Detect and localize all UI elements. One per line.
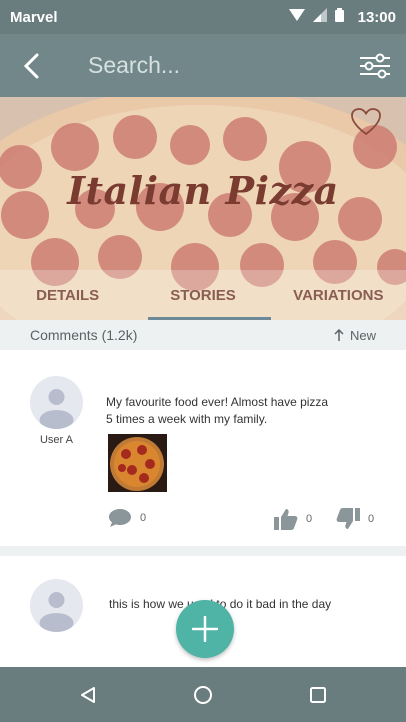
comment-actions: 0 0 0 [0,508,406,532]
battery-icon [334,7,344,27]
nav-back-button[interactable] [68,675,108,715]
filter-button[interactable] [344,34,406,97]
app-bar: Search... [0,34,406,97]
square-recents-icon [310,686,327,703]
divider [0,546,406,556]
comments-header: Comments (1.2k) New [0,320,406,350]
nav-recents-button[interactable] [298,675,338,715]
favorite-button[interactable] [350,107,386,141]
sort-label: New [349,327,376,343]
wifi-icon [288,8,305,27]
sliders-icon [360,53,390,78]
status-bar: Marvel 13:00 [0,0,406,34]
chat-bubble-icon [109,509,131,527]
nav-home-button[interactable] [183,675,223,715]
avatar[interactable] [30,376,83,429]
reply-count: 0 [140,512,147,524]
tab-variations[interactable]: VARIATIONS [271,270,406,320]
comments-count: Comments (1.2k) [30,327,138,343]
dislike-count: 0 [368,513,375,525]
sort-button[interactable]: New [334,328,376,343]
thumbs-down-icon [336,508,360,529]
tab-details[interactable]: DETAILS [0,270,135,320]
carrier-name: Marvel [10,8,58,26]
recipe-title: Italian Pizza [67,168,339,213]
like-button[interactable]: 0 [274,508,312,530]
tab-bar: DETAILS STORIES VARIATIONS [0,270,406,320]
signal-icon [312,7,327,27]
dislike-button[interactable]: 0 [336,508,374,530]
thumbs-up-icon [274,509,298,530]
chevron-left-icon [23,53,39,78]
back-button[interactable] [0,34,62,97]
comment-photo[interactable] [108,434,167,492]
heart-icon [351,108,381,136]
avatar[interactable] [30,579,83,632]
comment-card: User A My favourite food ever! Almost ha… [0,358,406,546]
user-name[interactable]: User A [30,434,83,446]
reply-button[interactable]: 0 [108,508,146,528]
clock: 13:00 [357,8,396,26]
circle-home-icon [193,685,212,704]
arrow-up-icon [334,329,344,341]
tab-stories[interactable]: STORIES [135,270,271,320]
triangle-back-icon [80,686,95,703]
add-comment-button[interactable] [176,600,234,658]
comment-text: My favourite food ever! Almost have pizz… [106,395,329,426]
search-input[interactable]: Search... [88,52,344,79]
system-nav-bar [0,667,406,722]
like-count: 0 [306,513,313,525]
plus-icon [192,616,218,642]
